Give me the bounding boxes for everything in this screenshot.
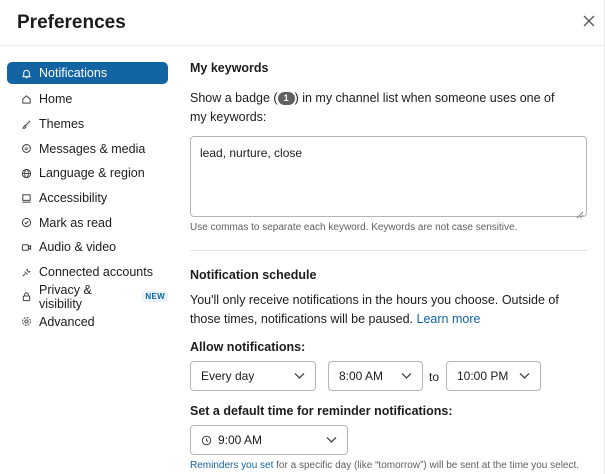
sidebar-item-label: Advanced bbox=[39, 314, 95, 329]
keywords-desc-before: Show a badge ( bbox=[190, 91, 278, 105]
sidebar-item-audio-video[interactable]: Audio & video bbox=[7, 235, 168, 260]
dialog-header: Preferences bbox=[0, 0, 605, 46]
sidebar-item-accessibility[interactable]: Accessibility bbox=[7, 186, 168, 211]
close-icon[interactable] bbox=[582, 14, 598, 30]
sidebar-item-label: Connected accounts bbox=[39, 265, 153, 280]
sidebar-item-label: Messages & media bbox=[39, 141, 146, 156]
sidebar-item-label: Audio & video bbox=[39, 240, 117, 255]
chevron-down-icon bbox=[326, 436, 337, 444]
reminder-footnote: Reminders you set for a specific day (li… bbox=[190, 460, 579, 471]
new-badge: NEW bbox=[142, 291, 168, 303]
reminders-link[interactable]: Reminders you set bbox=[190, 460, 273, 471]
section-divider bbox=[190, 250, 587, 251]
sidebar-item-language-region[interactable]: Language & region bbox=[7, 161, 168, 186]
globe-icon bbox=[21, 168, 32, 179]
chevron-down-icon bbox=[519, 372, 530, 380]
sidebar-item-connected-accounts[interactable]: Connected accounts bbox=[7, 260, 168, 285]
message-icon bbox=[21, 143, 32, 154]
check-circle-icon bbox=[21, 217, 32, 228]
preferences-dialog: Preferences Notifications Home Themes Me… bbox=[0, 0, 605, 474]
start-time-value: 8:00 AM bbox=[339, 369, 384, 383]
reminder-time-select[interactable]: 9:00 AM bbox=[190, 425, 348, 455]
start-time-select[interactable]: 8:00 AM bbox=[328, 361, 423, 391]
clock-icon bbox=[201, 435, 212, 446]
sidebar-item-label: Privacy & visibility bbox=[39, 282, 92, 311]
keywords-hint: Use commas to separate each keyword. Key… bbox=[190, 222, 518, 233]
plug-icon bbox=[21, 267, 32, 278]
video-icon bbox=[21, 242, 32, 253]
to-label: to bbox=[429, 370, 440, 384]
sidebar-item-messages-media[interactable]: Messages & media bbox=[7, 136, 168, 161]
schedule-desc-text: You'll only receive notifications in the… bbox=[190, 293, 559, 326]
keywords-description: Show a badge (1) in my channel list when… bbox=[190, 89, 570, 127]
learn-more-link[interactable]: Learn more bbox=[417, 312, 481, 326]
sidebar-item-advanced[interactable]: Advanced bbox=[7, 309, 168, 334]
chevron-down-icon bbox=[294, 372, 305, 380]
brush-icon bbox=[21, 119, 32, 130]
schedule-title: Notification schedule bbox=[190, 268, 317, 282]
reminder-label: Set a default time for reminder notifica… bbox=[190, 404, 453, 418]
sidebar-item-label: Notifications bbox=[39, 66, 108, 80]
mention-badge: 1 bbox=[277, 92, 295, 105]
sidebar-item-label: Themes bbox=[39, 117, 85, 132]
frequency-value: Every day bbox=[201, 369, 255, 383]
sidebar-item-themes[interactable]: Themes bbox=[7, 112, 168, 137]
sidebar-item-notifications[interactable]: Notifications bbox=[7, 62, 168, 84]
keywords-textarea[interactable] bbox=[190, 136, 587, 217]
end-time-select[interactable]: 10:00 PM bbox=[446, 361, 541, 391]
dialog-title: Preferences bbox=[17, 12, 126, 33]
end-time-value: 10:00 PM bbox=[457, 369, 509, 383]
chevron-down-icon bbox=[401, 372, 412, 380]
schedule-description: You'll only receive notifications in the… bbox=[190, 291, 585, 329]
bell-icon bbox=[21, 68, 32, 79]
sidebar-item-privacy-visibility[interactable]: Privacy & visibility NEW bbox=[7, 282, 168, 311]
accessibility-icon bbox=[21, 193, 32, 204]
sidebar-item-home[interactable]: Home bbox=[7, 87, 168, 112]
lock-icon bbox=[21, 291, 32, 302]
sidebar-item-label: Mark as read bbox=[39, 215, 112, 230]
sidebar-item-mark-as-read[interactable]: Mark as read bbox=[7, 210, 168, 235]
preferences-sidebar: Notifications Home Themes Messages & med… bbox=[0, 62, 176, 334]
frequency-select[interactable]: Every day bbox=[190, 361, 316, 391]
sidebar-item-label: Language & region bbox=[39, 166, 145, 181]
sidebar-item-label: Home bbox=[39, 92, 73, 107]
sidebar-item-label: Accessibility bbox=[39, 191, 108, 206]
gear-icon bbox=[21, 316, 32, 327]
keywords-title: My keywords bbox=[190, 61, 269, 75]
reminder-time-value: 9:00 AM bbox=[218, 433, 263, 447]
home-icon bbox=[21, 94, 32, 105]
resize-grip-icon[interactable] bbox=[576, 206, 584, 219]
footnote-text: for a specific day (like “tomorrow”) wil… bbox=[273, 460, 580, 471]
allow-notifications-label: Allow notifications: bbox=[190, 340, 306, 354]
